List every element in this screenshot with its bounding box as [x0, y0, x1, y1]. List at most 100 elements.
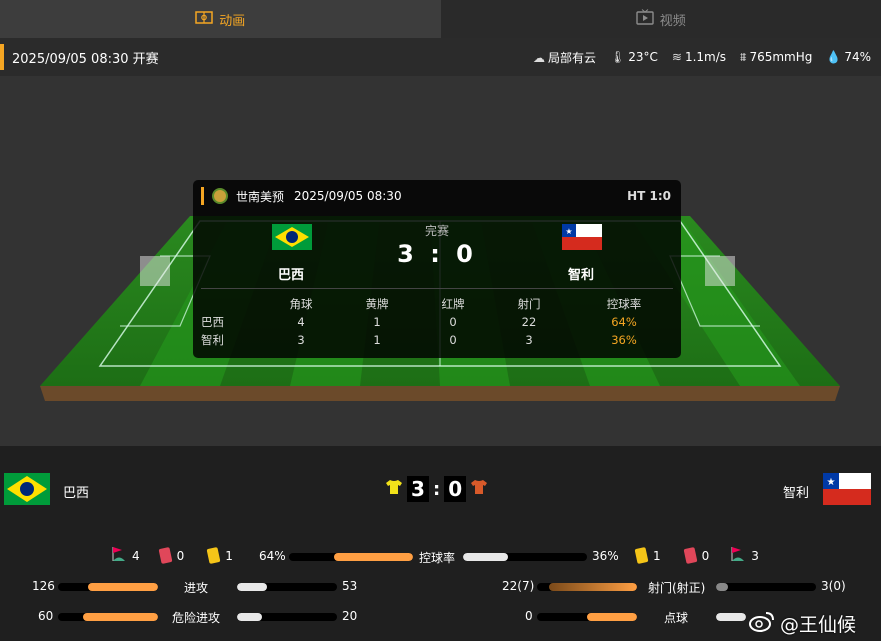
panel-score: 3 : 0 — [397, 240, 477, 268]
home-corners: 4 — [132, 548, 140, 563]
row-team: 巴西 — [201, 315, 224, 329]
stat-home-bar — [537, 583, 637, 591]
temperature-text: 23°C — [628, 50, 658, 64]
home-possession-fill — [333, 553, 413, 561]
match-info-bar: 2025/09/05 08:30 开赛 ☁ 局部有云 🌡 23°C ≋ 1.1m/s … — [0, 38, 881, 76]
view-tabs: 动画 视频 — [0, 0, 881, 38]
yellow-card-icon — [206, 547, 221, 564]
weather-info: ☁ 局部有云 🌡 23°C ≋ 1.1m/s ⩩ 765mmHg 💧 74% — [533, 49, 881, 66]
table-cell: 4 — [297, 315, 305, 329]
table-cell: 1 — [373, 315, 381, 329]
panel-datetime: 2025/09/05 08:30 — [294, 189, 402, 203]
table-cell: 36% — [611, 333, 637, 347]
stat-away-bar — [716, 583, 816, 591]
header-red: 红牌 — [441, 297, 465, 311]
animation-stage: 世南美预 2025/09/05 08:30 HT 1:0 完赛 ★ 巴西 3 :… — [0, 76, 881, 446]
home-yellow: 1 — [225, 548, 233, 563]
table-row: 巴西 4 1 0 22 64% — [193, 313, 681, 331]
row-team: 智利 — [201, 333, 224, 347]
competition-name: 世南美预 — [236, 189, 285, 204]
stat-away-value: 3(0) — [821, 579, 846, 593]
tab-animation-label: 动画 — [219, 13, 246, 29]
watermark: @王仙候 — [748, 609, 856, 638]
wind-text: 1.1m/s — [684, 50, 727, 64]
weibo-icon — [748, 609, 776, 638]
home-possession: 64% — [259, 549, 286, 563]
stat-label: 射门(射正) — [648, 581, 706, 595]
stat-away-fill — [237, 613, 262, 621]
humidity-text: 74% — [844, 50, 871, 64]
home-score: 3 — [407, 476, 429, 502]
panel-header: 世南美预 2025/09/05 08:30 HT 1:0 — [193, 180, 681, 212]
away-corners: 3 — [751, 548, 759, 563]
stats-section: 巴西 3 : 0 智利 ★ 4 0 1 64% 控球率 36% 1 0 3 12… — [0, 446, 881, 641]
stat-label: 进攻 — [184, 581, 209, 595]
away-red: 0 — [701, 548, 710, 563]
match-datetime: 2025/09/05 08:30 开赛 — [12, 51, 159, 67]
panel-teams: 完赛 ★ 巴西 3 : 0 智利 — [193, 212, 681, 287]
brazil-flag-icon — [4, 473, 50, 505]
stat-home-fill — [83, 613, 158, 621]
red-card-icon — [683, 547, 698, 564]
svg-text:★: ★ — [565, 227, 572, 236]
header-yellow: 黄牌 — [365, 297, 389, 311]
home-team-name: 巴西 — [63, 486, 90, 501]
summary-away: 1 0 3 — [634, 546, 759, 565]
home-possession-bar — [289, 553, 413, 561]
svg-text:★: ★ — [827, 477, 836, 488]
humidity-icon: 💧 — [826, 50, 842, 64]
table-cell: 0 — [449, 315, 457, 329]
table-cell: 64% — [611, 315, 637, 329]
stat-home-bar — [58, 583, 158, 591]
home-red: 0 — [176, 548, 185, 563]
accent-bar — [0, 44, 4, 70]
panel-accent — [201, 187, 204, 205]
pressure-icon: ⩩ — [740, 49, 747, 64]
table-cell: 0 — [449, 333, 457, 347]
panel-stats-table: 角球 黄牌 红牌 射门 控球率 巴西 4 1 0 22 64% 智利 3 1 0… — [193, 295, 681, 349]
stat-home-fill — [587, 613, 637, 621]
tab-video-label: 视频 — [659, 13, 686, 29]
table-cell: 3 — [525, 333, 533, 347]
away-possession-fill — [463, 553, 508, 561]
red-card-icon — [158, 547, 173, 564]
match-summary-panel: 世南美预 2025/09/05 08:30 HT 1:0 完赛 ★ 巴西 3 :… — [193, 180, 681, 358]
yellow-card-icon — [634, 547, 649, 564]
header-corners: 角球 — [289, 297, 313, 311]
pressure-text: 765mmHg — [749, 49, 813, 64]
match-status: 完赛 — [424, 224, 449, 238]
watermark-text: @王仙候 — [780, 614, 857, 636]
stat-away-fill — [716, 583, 728, 591]
score-colon: : — [433, 478, 441, 500]
table-row: 智利 3 1 0 3 36% — [193, 331, 681, 349]
away-possession: 36% — [592, 549, 619, 563]
stat-home-fill — [549, 583, 637, 591]
stat-home-bar — [58, 613, 158, 621]
stat-away-bar — [237, 583, 337, 591]
yellow-jersey-icon — [385, 479, 403, 499]
tab-video[interactable]: 视频 — [440, 0, 881, 38]
competition-icon — [212, 188, 228, 204]
stat-home-value: 60 — [38, 609, 54, 623]
tab-animation[interactable]: 动画 — [0, 0, 441, 38]
red-jersey-icon — [470, 479, 488, 499]
stat-away-value: 20 — [342, 609, 358, 623]
header-shots: 射门 — [517, 297, 541, 311]
corner-flag-icon — [729, 546, 745, 565]
panel-away-name: 智利 — [568, 268, 595, 283]
table-cell: 22 — [521, 315, 537, 329]
stat-away-fill — [716, 613, 746, 621]
thermometer-icon: 🌡 — [609, 50, 626, 64]
cloud-icon: ☁ — [532, 50, 545, 65]
pitch-icon — [195, 10, 213, 28]
stats-header-row: 角球 黄牌 红牌 射门 控球率 — [193, 295, 681, 313]
panel-divider — [201, 288, 673, 289]
table-cell: 3 — [297, 333, 305, 347]
stat-home-bar — [537, 613, 637, 621]
stat-away-value: 53 — [342, 579, 358, 593]
halftime-score: HT 1:0 — [627, 189, 671, 203]
away-possession-bar — [463, 553, 587, 561]
stat-home-value: 0 — [525, 609, 533, 623]
away-score: 0 — [444, 476, 467, 502]
summary-home: 4 0 1 — [110, 546, 233, 565]
